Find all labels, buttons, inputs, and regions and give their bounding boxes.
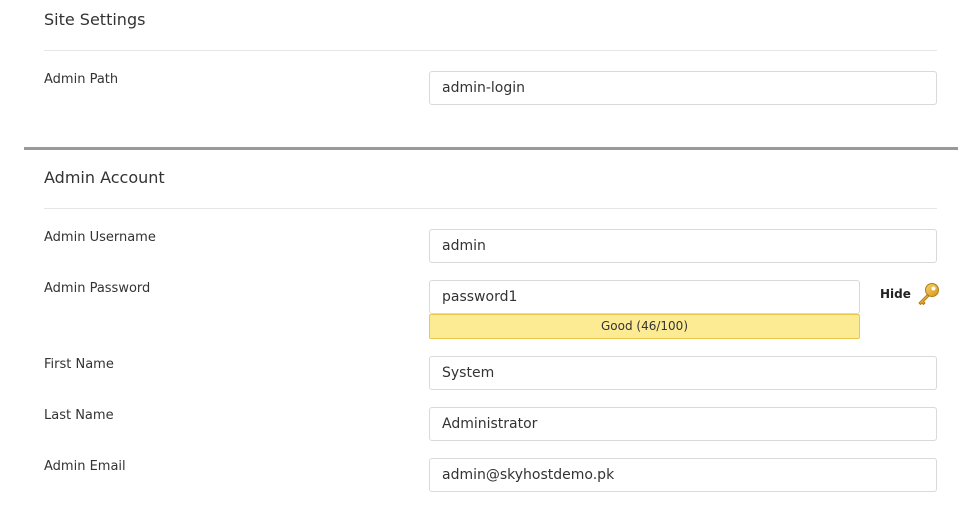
section-separator: [24, 147, 958, 150]
first-name-input[interactable]: [429, 356, 937, 390]
settings-page: Site Settings Admin Path Admin Account A…: [0, 0, 978, 520]
first-name-label: First Name: [44, 357, 114, 372]
admin-email-label: Admin Email: [44, 459, 126, 474]
admin-password-label: Admin Password: [44, 281, 151, 296]
password-strength-meter: Good (46/100): [429, 314, 860, 339]
key-icon[interactable]: [915, 281, 941, 307]
admin-password-input[interactable]: [429, 280, 860, 314]
last-name-input[interactable]: [429, 407, 937, 441]
admin-account-heading: Admin Account: [44, 168, 165, 187]
divider: [44, 208, 937, 209]
admin-path-label: Admin Path: [44, 72, 119, 87]
admin-username-label: Admin Username: [44, 230, 156, 245]
divider: [44, 50, 937, 51]
admin-username-input[interactable]: [429, 229, 937, 263]
hide-password-toggle[interactable]: Hide: [880, 287, 911, 301]
last-name-label: Last Name: [44, 408, 114, 423]
site-settings-heading: Site Settings: [44, 10, 146, 29]
admin-email-input[interactable]: [429, 458, 937, 492]
admin-path-input[interactable]: [429, 71, 937, 105]
